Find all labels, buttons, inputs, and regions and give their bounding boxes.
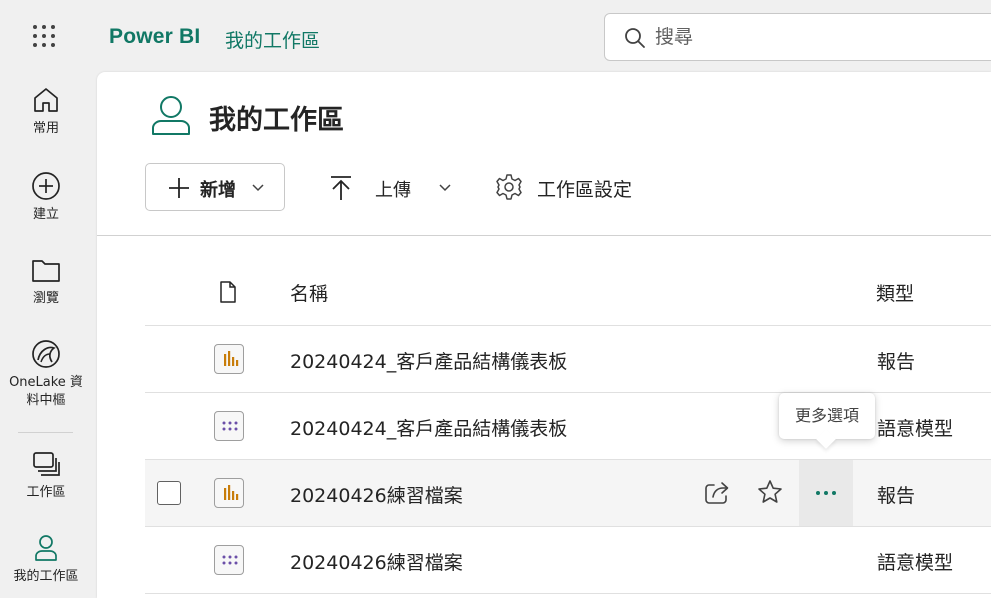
new-button[interactable]: 新增: [145, 163, 285, 211]
chevron-down-icon: [252, 184, 264, 192]
top-bar: Power BI 我的工作區: [0, 0, 991, 72]
item-type: 語意模型: [877, 418, 954, 440]
semantic-model-icon: [214, 411, 244, 441]
page-title: 我的工作區: [209, 105, 344, 136]
share-icon[interactable]: [704, 479, 730, 505]
column-header-type[interactable]: 類型: [876, 279, 914, 306]
search-box[interactable]: [604, 13, 991, 61]
item-name[interactable]: 20240426練習檔案: [290, 548, 463, 575]
app-name[interactable]: Power BI: [109, 25, 200, 49]
nav-label-create: 建立: [32, 207, 59, 222]
item-name[interactable]: 20240424_客戶產品結構儀表板: [290, 347, 567, 374]
nav-item-home[interactable]: 常用: [0, 84, 92, 138]
more-options-button[interactable]: [799, 460, 853, 526]
more-options-tooltip: 更多選項: [779, 393, 875, 449]
nav-label-onelake: OneLake 資料中樞: [9, 375, 83, 408]
main-panel: 我的工作區 新增 上傳 工作區設定 名稱 類型 20240424_客戶產品結構儀…: [97, 72, 991, 598]
plus-icon: [169, 178, 189, 198]
row-checkbox[interactable]: [157, 481, 181, 505]
nav-item-browse[interactable]: 瀏覽: [0, 254, 92, 308]
workspace-person-icon: [152, 96, 190, 135]
nav-label-workspaces: 工作區: [26, 485, 66, 500]
semantic-model-icon: [214, 545, 244, 575]
column-header-name[interactable]: 名稱: [290, 279, 328, 306]
nav-label-browse: 瀏覽: [32, 291, 59, 306]
item-type: 報告: [877, 351, 916, 373]
toolbar-divider: [97, 235, 991, 236]
item-type: 報告: [877, 485, 916, 507]
search-input[interactable]: [655, 24, 975, 50]
report-icon: [214, 344, 244, 374]
table-row[interactable]: 20240426練習檔案 語意模型: [145, 527, 991, 594]
upload-button-label: 上傳: [375, 180, 411, 201]
app-launcher-icon[interactable]: [33, 25, 59, 51]
table-row[interactable]: 20240426練習檔案 報告: [145, 460, 991, 527]
new-button-label: 新增: [200, 180, 236, 201]
onelake-icon: [32, 340, 60, 368]
file-icon: [220, 281, 236, 303]
nav-item-workspaces[interactable]: 工作區: [0, 448, 92, 502]
workspaces-icon: [33, 452, 60, 476]
upload-button[interactable]: 上傳: [327, 169, 457, 205]
nav-item-create[interactable]: 建立: [0, 170, 92, 224]
report-icon: [214, 478, 244, 508]
nav-divider: [18, 432, 73, 433]
chevron-down-icon: [439, 184, 451, 192]
folder-icon: [32, 260, 60, 282]
upload-icon: [331, 176, 351, 200]
workspace-settings-button[interactable]: 工作區設定: [495, 169, 655, 205]
table-header: 名稱 類型: [145, 260, 991, 326]
workspace-settings-label: 工作區設定: [537, 179, 633, 201]
search-icon: [625, 28, 645, 48]
nav-item-onelake[interactable]: OneLake 資料中樞: [0, 338, 92, 410]
tooltip-text: 更多選項: [794, 406, 859, 425]
create-icon: [32, 172, 60, 200]
star-icon[interactable]: [757, 479, 783, 505]
workspace-breadcrumb[interactable]: 我的工作區: [225, 26, 320, 53]
item-name[interactable]: 20240424_客戶產品結構儀表板: [290, 414, 567, 441]
home-icon: [34, 88, 58, 112]
nav-item-my-workspace[interactable]: 我的工作區: [0, 532, 92, 586]
ellipsis-icon: [816, 491, 836, 495]
nav-label-home: 常用: [32, 121, 59, 136]
item-type: 語意模型: [877, 552, 954, 574]
left-nav: 常用 建立 瀏覽 OneLake 資料中樞 工作區 我的工作區: [0, 72, 97, 598]
gear-icon: [496, 174, 522, 200]
nav-label-my-workspace: 我的工作區: [13, 569, 79, 584]
table-row[interactable]: 20240424_客戶產品結構儀表板 報告: [145, 326, 991, 393]
item-name[interactable]: 20240426練習檔案: [290, 481, 463, 508]
person-icon: [35, 535, 57, 561]
